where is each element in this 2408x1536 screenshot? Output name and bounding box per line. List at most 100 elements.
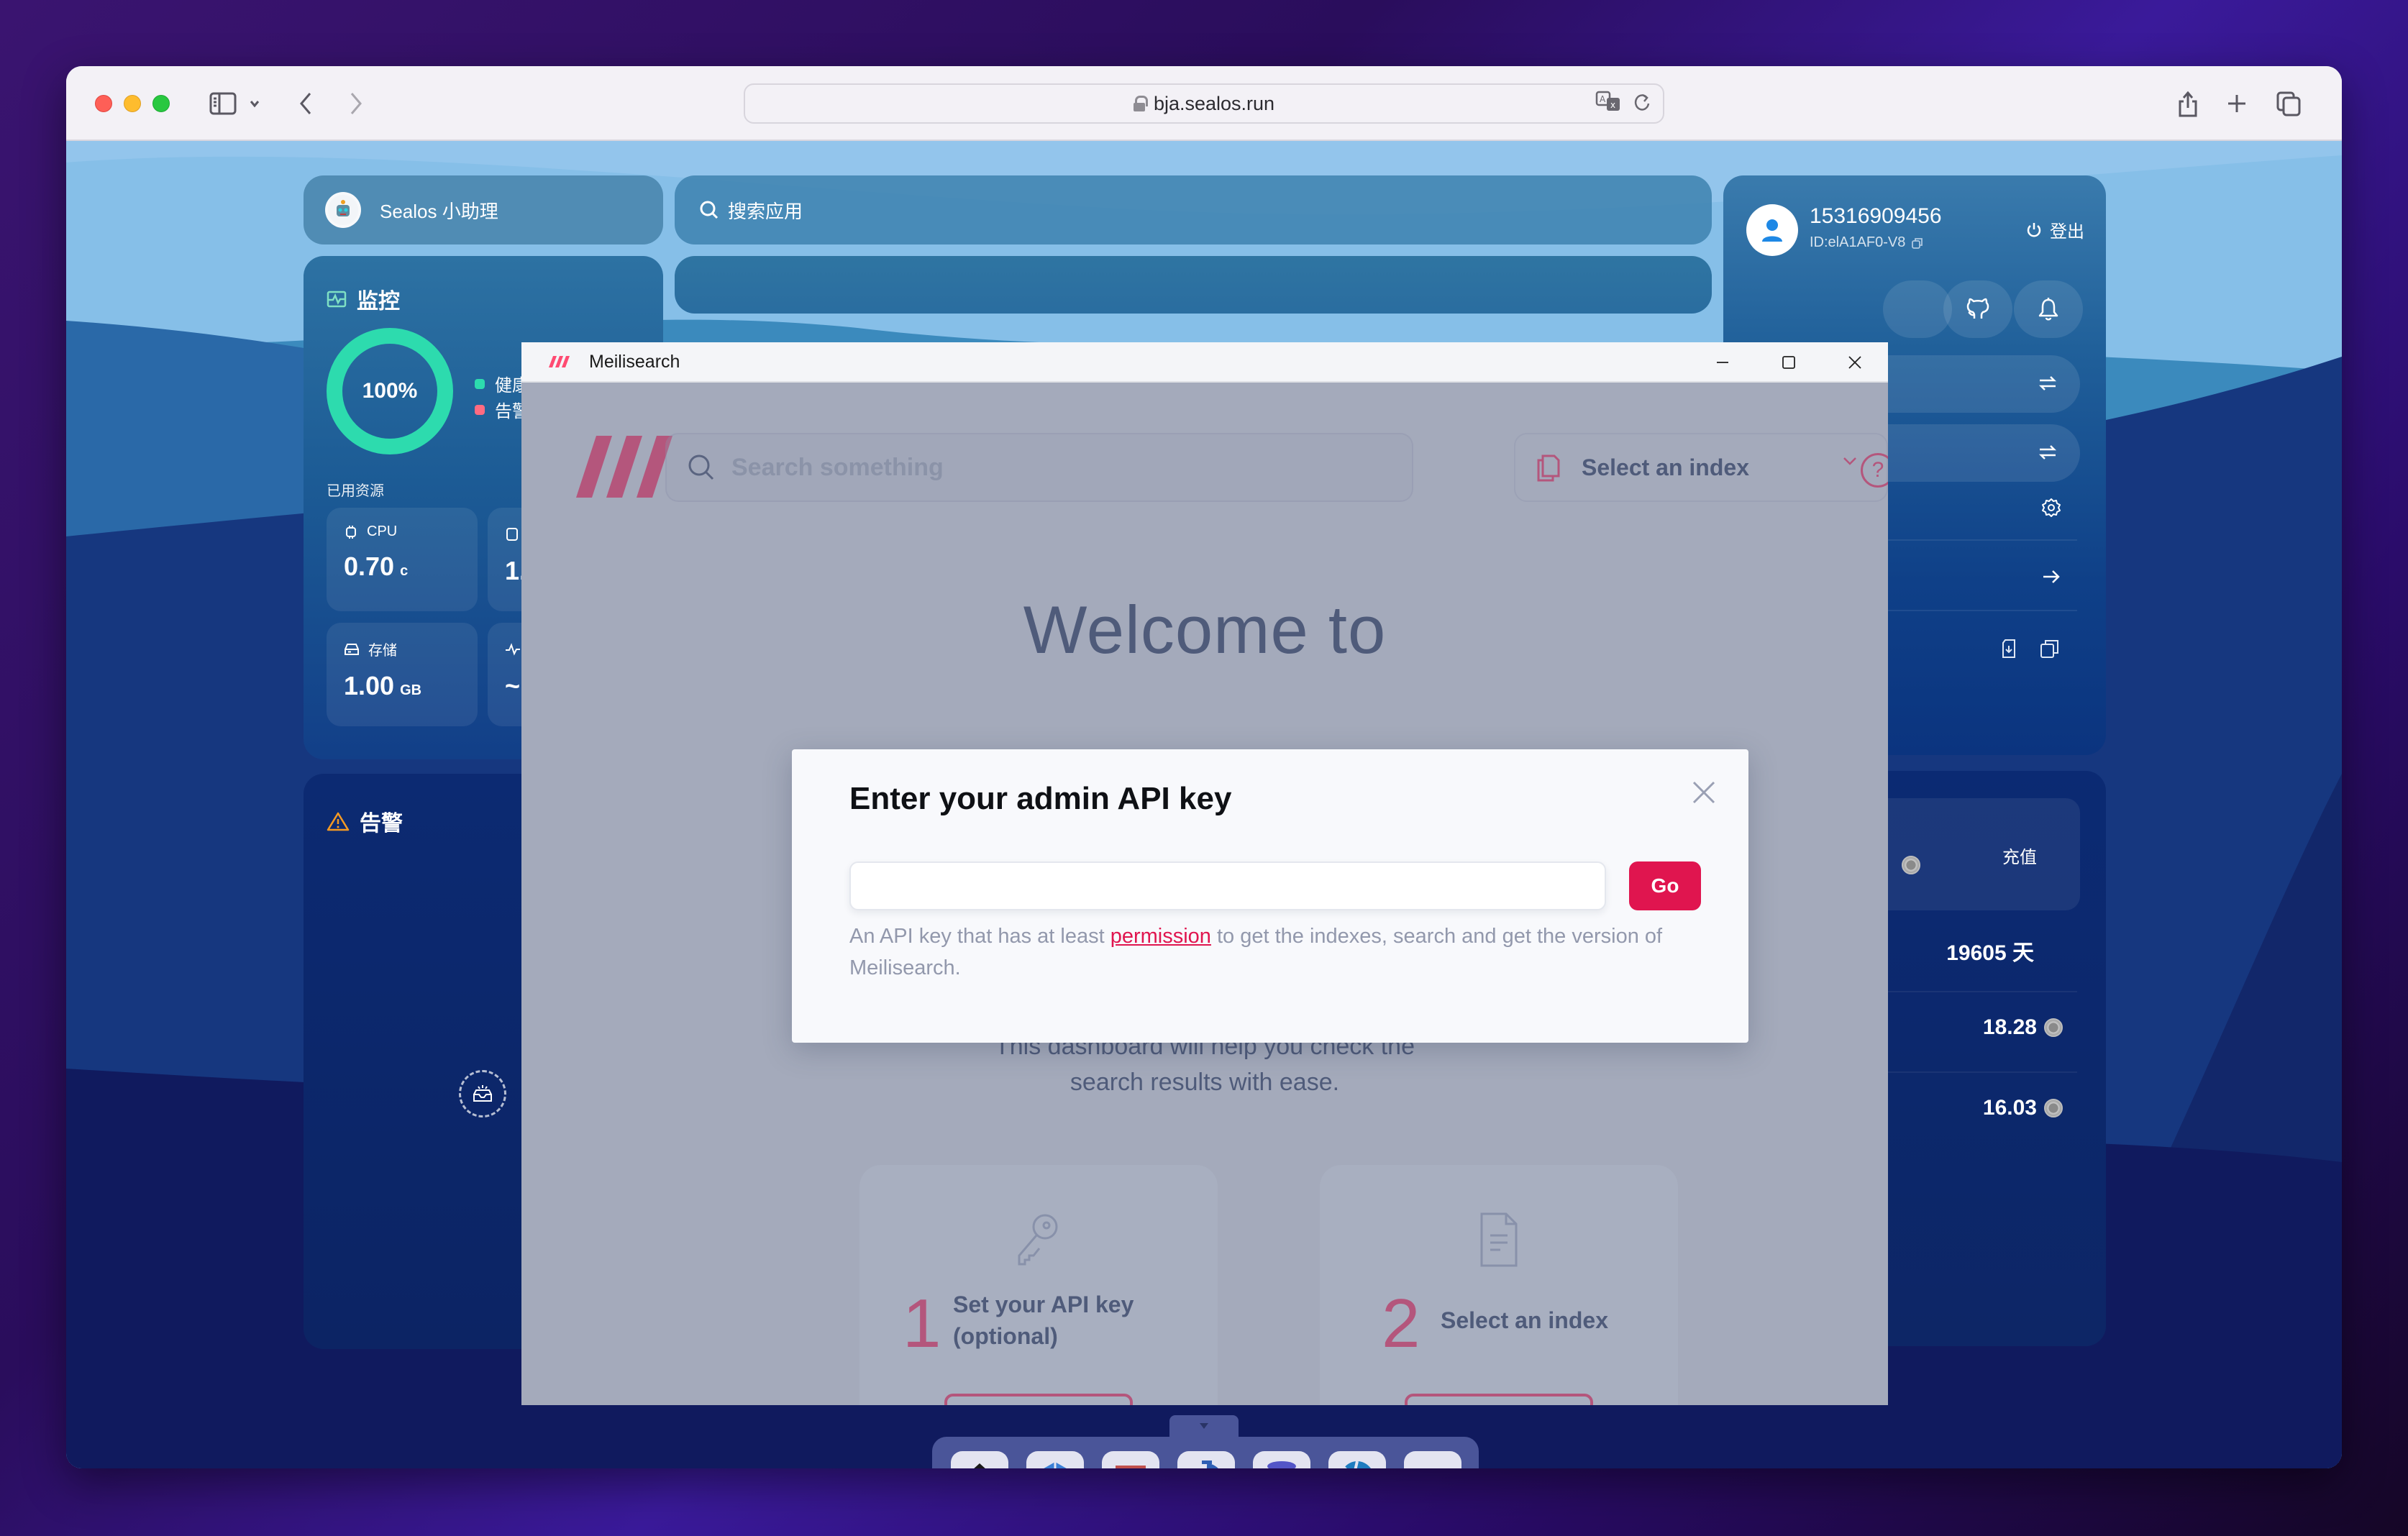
sidebar-icon[interactable] [207, 88, 239, 119]
documents-icon [1537, 454, 1560, 482]
cost-row-value: 18.28 [1982, 1015, 2037, 1039]
aperture-icon [1342, 1460, 1371, 1468]
close-button[interactable] [1822, 342, 1888, 383]
stat-label: CPU [367, 524, 398, 539]
lock-icon [1133, 96, 1148, 111]
hexagon-gem-icon [1044, 1462, 1067, 1468]
dock-app-cronjob[interactable] [1177, 1451, 1235, 1468]
welcome-heading: Welcome to [1023, 592, 1387, 667]
recharge-button[interactable]: 充值 [2002, 843, 2037, 868]
share-icon[interactable] [2175, 88, 2201, 119]
coin-icon [1902, 856, 1920, 874]
step-title-line: Set your API key [953, 1292, 1134, 1317]
learn-more-button[interactable]: Learn more [944, 1394, 1133, 1405]
notification-button[interactable] [2014, 280, 2083, 338]
api-key-input[interactable] [849, 861, 1606, 910]
sealos-assistant-button[interactable]: Sealos 小助理 [304, 175, 663, 244]
pulse-icon [506, 642, 520, 656]
user-name: 15316909456 [1810, 204, 1942, 228]
step-card-api-key: 1 Set your API key (optional) Learn more [859, 1165, 1218, 1405]
download-kubeconfig-icon[interactable] [2001, 639, 2017, 659]
dock-app-meilisearch[interactable] [1404, 1451, 1461, 1468]
stat-storage: 存储 1.00 GB [327, 623, 478, 726]
coin-icon [2044, 1018, 2063, 1037]
dock-toggle[interactable] [1169, 1415, 1239, 1437]
index-select-label: Select an index [1582, 454, 1749, 480]
health-ring: 100% [327, 328, 453, 454]
swap-icon [2038, 376, 2057, 390]
stat-label: 存储 [368, 643, 397, 659]
cost-row-days: 19605 天 [1946, 935, 2034, 966]
cost-row-amount: 16.03 [1983, 1096, 2063, 1120]
new-tab-icon[interactable] [2224, 88, 2250, 119]
permission-link[interactable]: permission [1110, 925, 1211, 948]
learn-more-button[interactable]: Learn more [1405, 1394, 1593, 1405]
copy-icon[interactable] [2040, 639, 2060, 659]
search-icon [700, 201, 719, 219]
browser-toolbar: bja.sealos.run Ax [66, 66, 2342, 141]
reload-icon[interactable] [1634, 91, 1651, 119]
forward-icon[interactable] [345, 88, 367, 119]
go-button[interactable]: Go [1629, 861, 1701, 910]
maximize-button[interactable] [1756, 342, 1822, 383]
document-icon [1480, 1212, 1518, 1267]
user-id: ID:elA1AF0-V8 [1810, 234, 1924, 251]
translate-icon[interactable]: Ax [1595, 91, 1624, 119]
empty-inbox-icon [459, 1070, 506, 1117]
copy-icon[interactable] [1911, 237, 1924, 250]
chevron-down-icon[interactable] [246, 88, 263, 119]
dock-app-cost-center[interactable] [1102, 1451, 1159, 1468]
subtitle-line: search results with ease. [1070, 1069, 1340, 1096]
close-window-button[interactable] [95, 95, 112, 112]
step-number: 1 [903, 1285, 941, 1362]
address-bar[interactable]: bja.sealos.run Ax [744, 83, 1664, 124]
assistant-label: Sealos 小助理 [380, 200, 498, 222]
step-card-index: 2 Select an index Learn more [1320, 1165, 1678, 1405]
logout-button[interactable]: 登出 [2025, 217, 2084, 242]
robot-icon [325, 192, 361, 228]
used-resources-label: 已用资源 [327, 483, 384, 499]
arrow-right-icon[interactable] [2041, 568, 2061, 585]
minimize-window-button[interactable] [124, 95, 141, 112]
memory-icon [506, 527, 518, 541]
wallet-icon [1116, 1466, 1146, 1468]
svg-text:x: x [1610, 100, 1615, 110]
zoom-window-button[interactable] [152, 95, 170, 112]
api-key-modal: Enter your admin API key Go An API key t… [792, 749, 1748, 1043]
dock-app-home[interactable] [951, 1451, 1008, 1468]
home-icon [974, 1463, 985, 1468]
logout-label: 登出 [2050, 222, 2084, 242]
gear-icon[interactable] [2041, 498, 2061, 518]
url-text: bja.sealos.run [1153, 92, 1275, 114]
cost-row-value: 16.03 [1982, 1096, 2037, 1120]
stat-cpu: CPU 0.70 c [327, 508, 478, 611]
dock-app-database[interactable] [1253, 1451, 1310, 1468]
search-input[interactable]: Search something [665, 433, 1413, 502]
dock-app-launchpad[interactable] [1026, 1451, 1084, 1468]
stat-unit: GB [400, 682, 422, 698]
meilisearch-logo-icon [549, 356, 570, 367]
back-icon[interactable] [295, 88, 316, 119]
app-search-input[interactable]: 搜索应用 [675, 175, 1712, 244]
minimize-button[interactable] [1689, 342, 1756, 383]
database-icon [1267, 1461, 1296, 1468]
modal-help-text: An API key that has at least permission … [849, 920, 1712, 984]
meilisearch-icon [1413, 1467, 1452, 1468]
caret-down-icon [1200, 1423, 1208, 1429]
bell-icon [2038, 298, 2058, 321]
sealos-desktop: Sealos 小助理 搜索应用 监控 100% 健康 告警 已用资源 CPU 0… [66, 141, 2342, 1468]
window-title: Meilisearch [589, 351, 680, 372]
index-select[interactable]: Select an index [1514, 433, 1888, 502]
step-number: 2 [1382, 1285, 1420, 1362]
window-titlebar[interactable]: Meilisearch [521, 342, 1888, 383]
stat-value: 1.00 [344, 671, 395, 700]
monitor-title: 监控 [357, 290, 400, 314]
tab-overview-icon[interactable] [2274, 88, 2303, 119]
language-button[interactable] [1883, 280, 1952, 338]
avatar[interactable] [1746, 204, 1798, 256]
swap-icon [2038, 445, 2057, 460]
github-button[interactable] [1943, 280, 2012, 338]
close-icon[interactable] [1687, 775, 1721, 810]
step-title-line: Select an index [1441, 1307, 1608, 1333]
dock-app-object-storage[interactable] [1328, 1451, 1386, 1468]
